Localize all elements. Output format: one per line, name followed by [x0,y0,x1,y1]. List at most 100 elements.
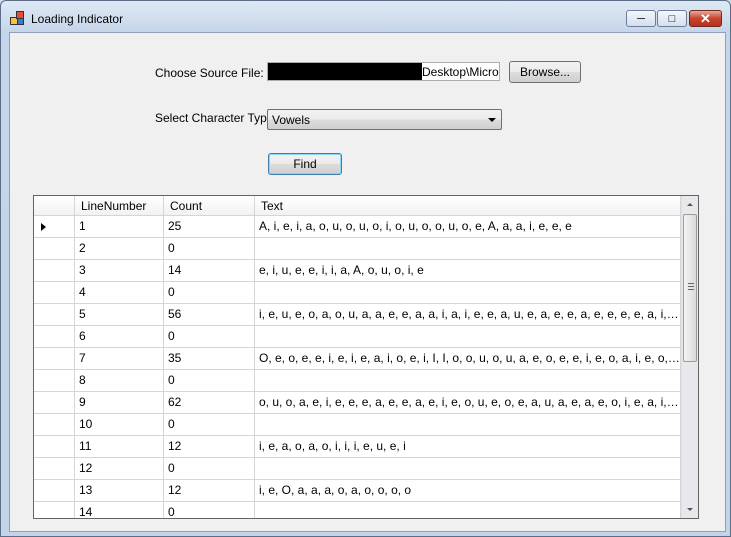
cell-count[interactable]: 0 [164,326,255,348]
cell-linenumber[interactable]: 5 [75,304,164,326]
scroll-thumb[interactable] [683,214,697,362]
row-header[interactable] [34,480,75,502]
table-row[interactable]: 11 12 i, e, a, o, a, o, i, i, i, e, u, e, … [34,436,681,458]
find-button[interactable]: Find [268,153,342,175]
row-header[interactable] [34,304,75,326]
row-header[interactable] [34,392,75,414]
table-row[interactable]: 60 [34,326,681,348]
table-row[interactable]: 5 56 i, e, u, e, o, a, o, u, a, a, e, e, a… [34,304,681,326]
row-header[interactable] [34,260,75,282]
cell-count[interactable]: 0 [164,282,255,304]
char-type-value: Vowels [272,113,311,127]
title-bar[interactable]: Loading Indicator ─ □ ✕ [1,1,730,35]
app-window: Loading Indicator ─ □ ✕ Choose Source Fi… [0,0,731,537]
table-row[interactable]: 13 12 i, e, O, a, a, a, o, a, o, o, o, o [34,480,681,502]
cell-text[interactable] [255,238,681,260]
row-header[interactable] [34,436,75,458]
row-header[interactable] [34,282,75,304]
browse-button[interactable]: Browse... [509,61,581,83]
maximize-button[interactable]: □ [657,10,687,27]
results-grid[interactable]: LineNumber Count Text 1 25 A, i, e, i, a, … [33,195,699,519]
column-header-text[interactable]: Text [255,196,681,216]
cell-count[interactable]: 35 [164,348,255,370]
form-client-area: Choose Source File: Desktop\Microsoft Br… [9,32,726,532]
cell-text[interactable]: O, e, o, e, e, i, e, i, e, a, i, o, e, i… [255,348,681,370]
row-header[interactable] [34,458,75,480]
vertical-scrollbar[interactable] [681,196,698,518]
header-corner [34,196,75,216]
row-header[interactable] [34,326,75,348]
cell-text[interactable]: o, u, o, a, e, i, e, e, e, a, e, e, a, e… [255,392,681,414]
table-row[interactable]: 9 62 o, u, o, a, e, i, e, e, e, a, e, e, a… [34,392,681,414]
window-title: Loading Indicator [31,12,124,26]
maximize-icon: □ [668,12,676,25]
arrow-down-icon [687,508,693,511]
close-icon: ✕ [700,10,711,26]
cell-linenumber[interactable]: 9 [75,392,164,414]
cell-text[interactable] [255,326,681,348]
cell-count[interactable]: 0 [164,458,255,480]
cell-linenumber[interactable]: 10 [75,414,164,436]
cell-count[interactable]: 12 [164,480,255,502]
cell-count[interactable]: 0 [164,414,255,436]
cell-text[interactable] [255,502,681,518]
table-row[interactable]: 14 0 [34,502,681,518]
scroll-down-button[interactable] [682,501,698,518]
minimize-icon: ─ [637,12,645,25]
column-header-count[interactable]: Count [164,196,255,216]
row-header[interactable] [34,216,75,238]
cell-linenumber[interactable]: 13 [75,480,164,502]
cell-text[interactable]: i, e, a, o, a, o, i, i, i, e, u, e, i [255,436,681,458]
app-icon [10,11,24,25]
row-header[interactable] [34,238,75,260]
table-row[interactable]: 7 35 O, e, o, e, e, i, e, i, e, a, i, o, e… [34,348,681,370]
cell-linenumber[interactable]: 11 [75,436,164,458]
cell-linenumber[interactable]: 12 [75,458,164,480]
cell-linenumber[interactable]: 7 [75,348,164,370]
table-row[interactable]: 20 [34,238,681,260]
cell-text[interactable] [255,414,681,436]
cell-linenumber[interactable]: 3 [75,260,164,282]
table-row[interactable]: 10 0 [34,414,681,436]
row-header[interactable] [34,348,75,370]
cell-count[interactable]: 0 [164,238,255,260]
cell-linenumber[interactable]: 14 [75,502,164,518]
cell-count[interactable]: 25 [164,216,255,238]
table-row[interactable]: 1 25 A, i, e, i, a, o, u, o, u, o, i, o, u… [34,216,681,238]
cell-text[interactable] [255,282,681,304]
cell-count[interactable]: 0 [164,370,255,392]
cell-linenumber[interactable]: 8 [75,370,164,392]
cell-count[interactable]: 62 [164,392,255,414]
cell-text[interactable]: i, e, u, e, o, a, o, u, a, a, e, e, a, a… [255,304,681,326]
cell-text[interactable]: A, i, e, i, a, o, u, o, u, o, i, o, u, o… [255,216,681,238]
char-type-select[interactable]: Vowels [267,109,502,130]
close-button[interactable]: ✕ [689,10,722,27]
cell-count[interactable]: 14 [164,260,255,282]
char-type-label: Select Character Type: [155,111,277,125]
source-file-input[interactable]: Desktop\Microsoft [267,62,500,81]
cell-count[interactable]: 0 [164,502,255,518]
table-row[interactable]: 80 [34,370,681,392]
cell-text[interactable]: i, e, O, a, a, a, o, a, o, o, o, o [255,480,681,502]
grip-icon [688,283,694,290]
cell-linenumber[interactable]: 2 [75,238,164,260]
cell-text[interactable]: e, i, u, e, e, i, i, a, A, o, u, o, i, e [255,260,681,282]
row-header[interactable] [34,370,75,392]
minimize-button[interactable]: ─ [626,10,656,27]
source-file-path: Desktop\Microsoft [422,65,499,79]
table-row[interactable]: 12 0 [34,458,681,480]
row-header[interactable] [34,414,75,436]
row-header[interactable] [34,502,75,518]
cell-count[interactable]: 56 [164,304,255,326]
cell-text[interactable] [255,370,681,392]
cell-text[interactable] [255,458,681,480]
cell-linenumber[interactable]: 6 [75,326,164,348]
scroll-up-button[interactable] [682,196,698,213]
cell-count[interactable]: 12 [164,436,255,458]
table-row[interactable]: 40 [34,282,681,304]
table-row[interactable]: 3 14 e, i, u, e, e, i, i, a, A, o, u, o, i… [34,260,681,282]
cell-linenumber[interactable]: 4 [75,282,164,304]
cell-linenumber[interactable]: 1 [75,216,164,238]
column-header-linenumber[interactable]: LineNumber [75,196,164,216]
source-file-label: Choose Source File: [155,66,264,80]
